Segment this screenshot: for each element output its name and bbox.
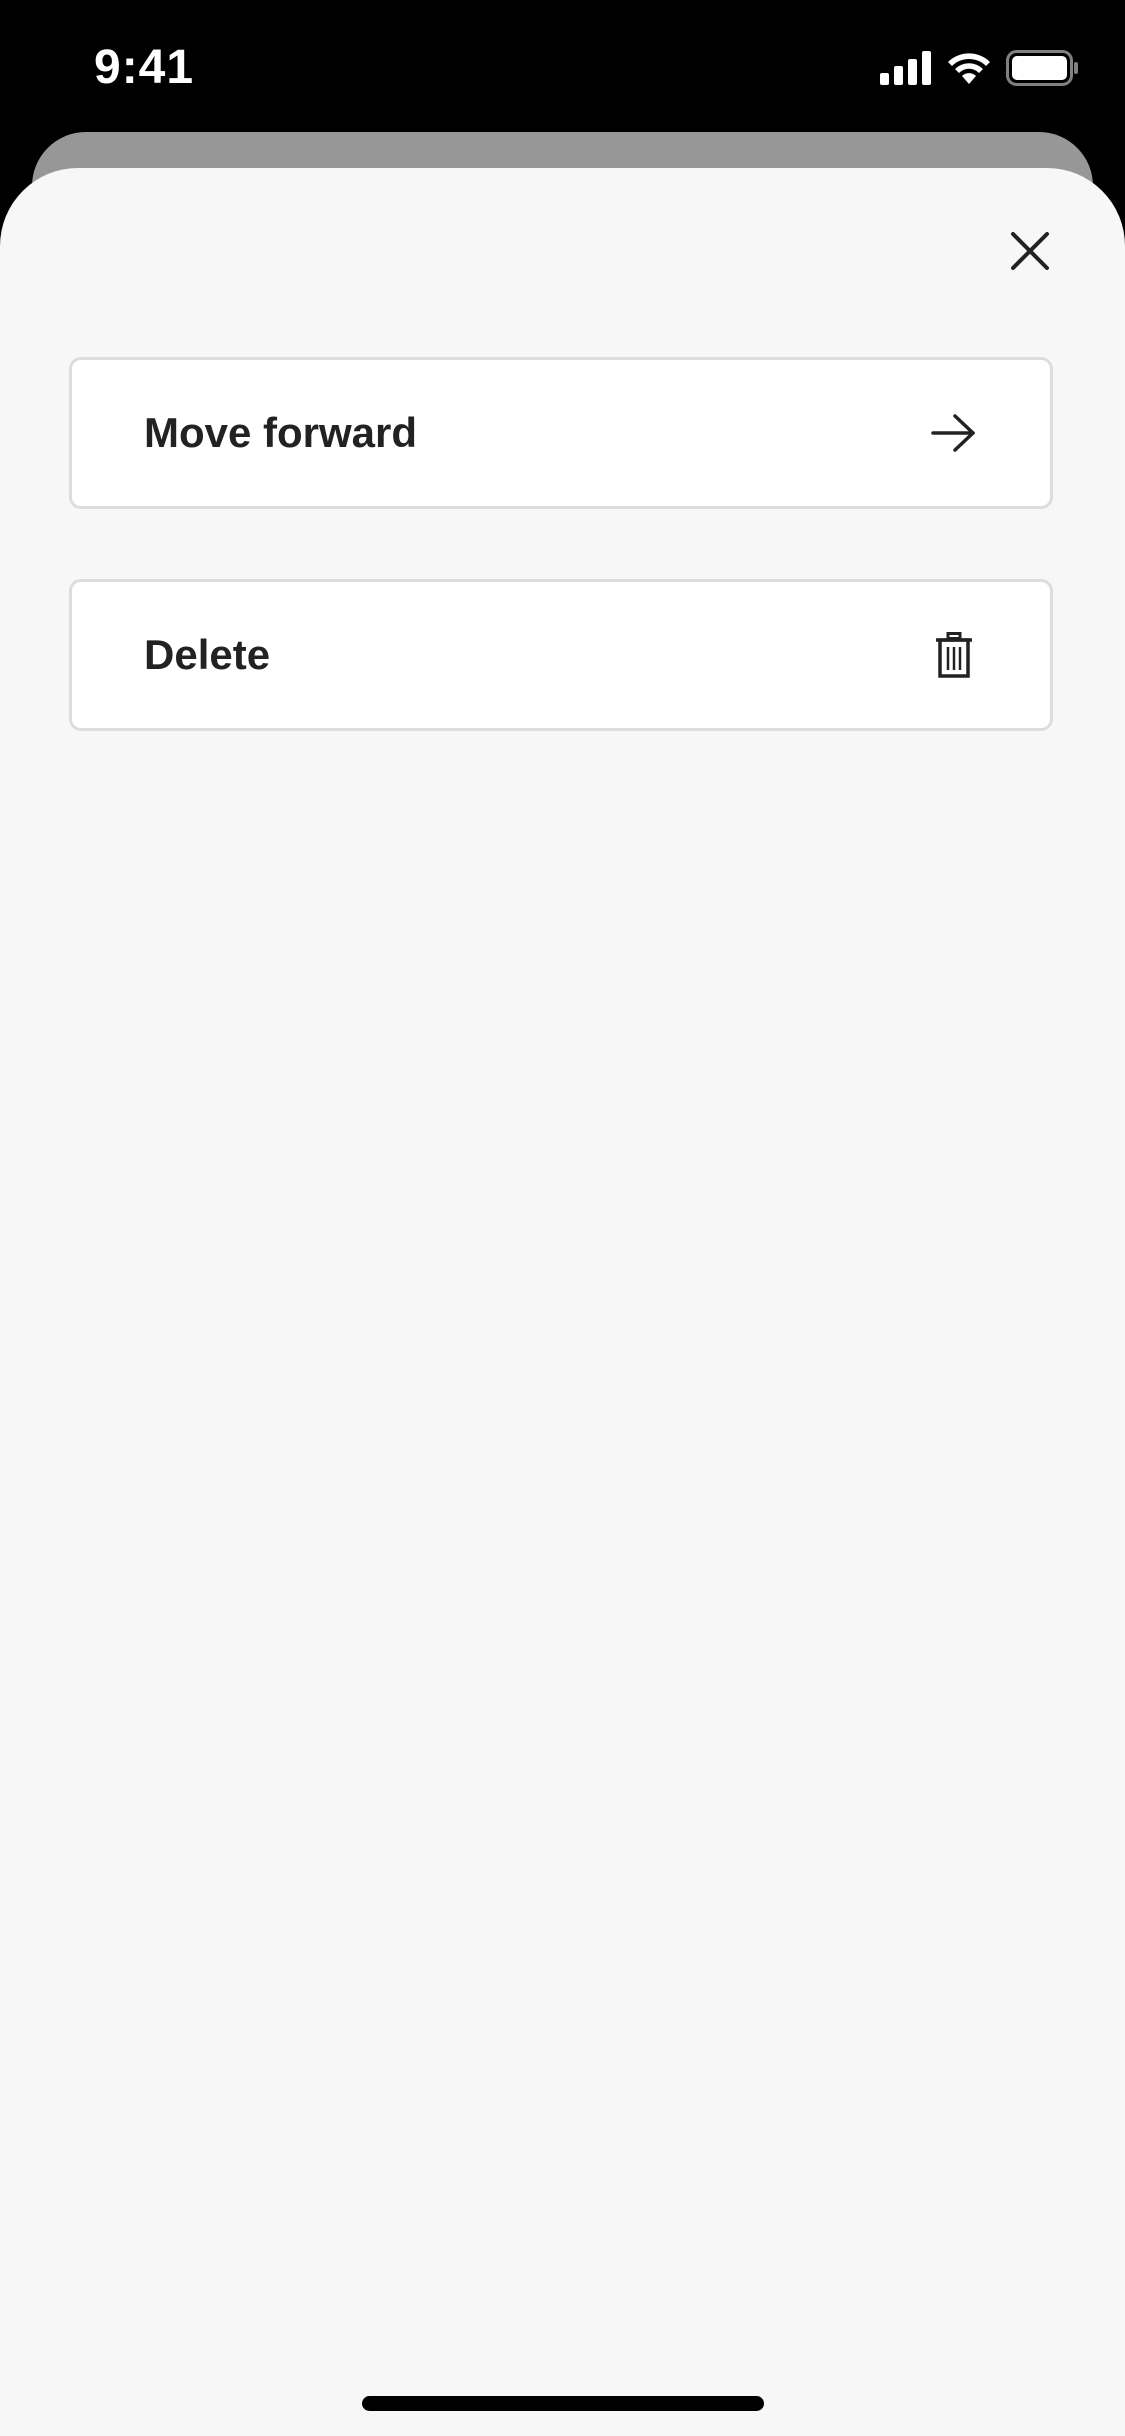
close-icon — [1010, 231, 1050, 276]
cellular-signal-icon — [880, 51, 932, 85]
delete-button[interactable]: Delete — [69, 579, 1053, 731]
action-sheet: Move forward Delete — [0, 168, 1125, 2436]
status-icons — [880, 48, 1080, 88]
status-bar: 9:41 — [0, 0, 1125, 132]
move-forward-label: Move forward — [144, 409, 418, 456]
trash-icon — [930, 631, 978, 679]
close-button[interactable] — [1000, 223, 1060, 283]
battery-icon — [1006, 50, 1080, 86]
wifi-icon — [946, 51, 992, 85]
arrow-right-icon — [930, 409, 978, 457]
screen: 9:41 Move forward Delete — [0, 0, 1125, 2436]
delete-label: Delete — [144, 631, 271, 678]
home-indicator[interactable] — [362, 2396, 764, 2411]
status-time: 9:41 — [94, 41, 195, 94]
move-forward-button[interactable]: Move forward — [69, 357, 1053, 509]
